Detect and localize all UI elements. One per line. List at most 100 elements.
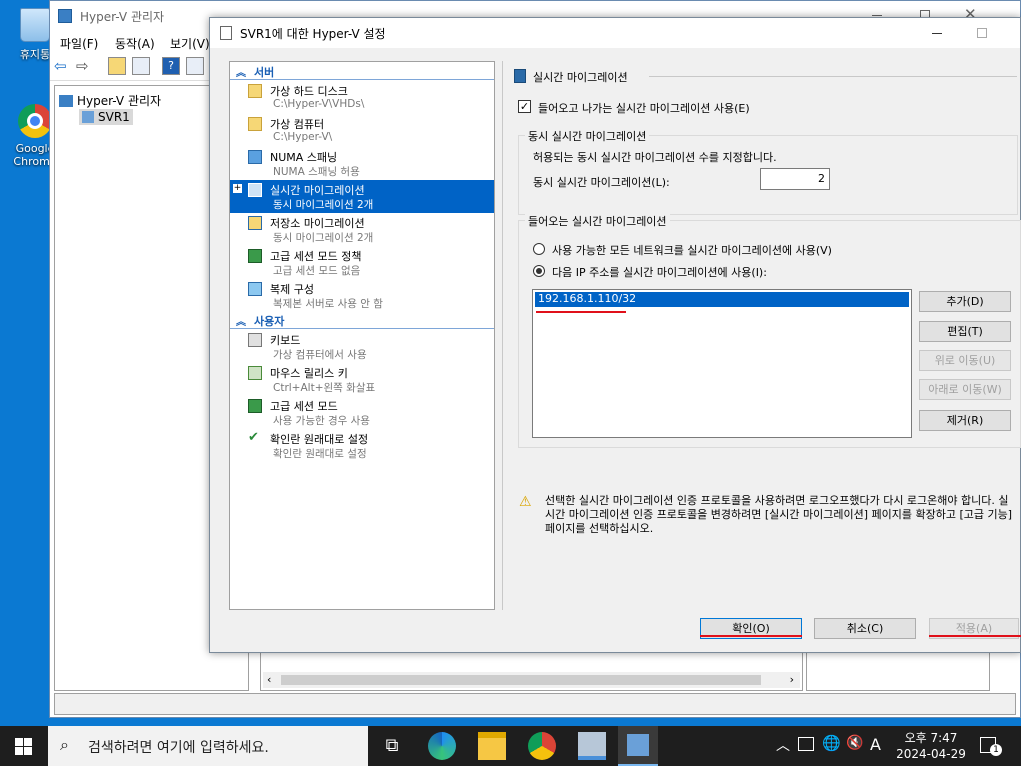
hyperv-taskbar-icon[interactable] [618, 726, 658, 766]
nav-item-enhanced-session-mode[interactable]: 고급 세션 모드 사용 가능한 경우 사용 [230, 396, 494, 429]
replication-icon [248, 282, 262, 296]
search-icon: ⌕ [60, 735, 69, 754]
folder-icon [248, 84, 262, 98]
forward-arrow-icon[interactable]: ⇨ [76, 57, 94, 75]
enable-migration-label: 들어오고 나가는 실시간 마이그레이션 사용(E) [538, 102, 750, 115]
scroll-right-icon[interactable]: › [790, 673, 794, 686]
section-user-header[interactable]: ︽ 사용자 [230, 313, 494, 329]
hyperv-icon [627, 734, 649, 756]
windows-start-icon[interactable] [15, 738, 32, 755]
menu-file[interactable]: 파일(F) [60, 35, 98, 52]
folder-icon [248, 117, 262, 131]
up-folder-icon[interactable] [108, 57, 126, 75]
radio-any-network[interactable] [533, 243, 545, 255]
scroll-thumb[interactable] [281, 675, 761, 685]
dialog-minimize-icon[interactable] [932, 33, 942, 34]
edge-icon[interactable] [428, 732, 456, 760]
server-manager-icon[interactable] [578, 732, 606, 760]
warning-text: 선택한 실시간 마이그레이션 인증 프로토콜을 사용하려면 로그오프했다가 다시… [545, 494, 1013, 535]
nav-item-keyboard[interactable]: 키보드 가상 컴퓨터에서 사용 [230, 330, 494, 363]
incoming-group-label: 들어오는 실시간 마이그레이션 [525, 213, 670, 229]
tree-root[interactable]: Hyper-V 관리자 [59, 92, 161, 109]
session-icon [248, 399, 262, 413]
chrome-icon [18, 104, 52, 138]
tray-chevron-icon[interactable]: ︿ [776, 735, 790, 755]
tree-svr1[interactable]: SVR1 [79, 109, 133, 125]
reset-check-icon: ✔ [248, 430, 259, 445]
simultaneous-group: 동시 실시간 마이그레이션 허용되는 동시 실시간 마이그레이션 수를 지정합니… [518, 128, 1018, 215]
move-up-button[interactable]: 위로 이동(U) [919, 350, 1011, 371]
ip-underline-annotation [536, 311, 626, 313]
simultaneous-input[interactable]: 2 [760, 168, 830, 190]
keyboard-icon [248, 333, 262, 347]
search-placeholder: 검색하려면 여기에 입력하세요. [88, 740, 269, 756]
nav-item-virtual-machines[interactable]: 가상 컴퓨터 C:\Hyper-V\ [230, 114, 494, 147]
manager-center-pane: ‹ › [260, 651, 803, 691]
ok-underline-annotation [700, 635, 802, 637]
file-explorer-icon[interactable] [478, 732, 506, 760]
nav-item-numa-spanning[interactable]: NUMA 스패닝 NUMA 스패닝 허용 [230, 147, 494, 180]
live-migration-icon [514, 69, 526, 83]
enable-migration-checkbox[interactable]: ✓ [518, 100, 531, 113]
globe-icon[interactable]: 🌐 [822, 734, 841, 752]
dialog-maximize-icon[interactable] [977, 28, 987, 38]
chrome-taskbar-icon[interactable] [528, 732, 556, 760]
settings-icon [220, 26, 232, 40]
nav-item-storage-migration[interactable]: 저장소 마이그레이션 동시 마이그레이션 2개 [230, 213, 494, 246]
horizontal-scrollbar[interactable]: ‹ › [263, 672, 800, 688]
notification-badge: 1 [990, 744, 1002, 756]
incoming-group: 들어오는 실시간 마이그레이션 사용 가능한 모든 네트워크를 실시간 마이그레… [518, 213, 1021, 448]
manager-actions-pane [806, 651, 990, 691]
collapse-chevron-icon[interactable]: ︽ [236, 64, 246, 79]
help-icon[interactable]: ? [162, 57, 180, 75]
move-down-button[interactable]: 아래로 이동(W) [919, 379, 1011, 400]
nav-item-virtual-hard-disks[interactable]: 가상 하드 디스크 C:\Hyper-V\VHDs\ [230, 81, 494, 114]
recycle-bin-icon [20, 8, 50, 42]
edit-button[interactable]: 편집(T) [919, 321, 1011, 342]
section-server-header[interactable]: ︽ 서버 [230, 64, 494, 80]
add-button[interactable]: 추가(D) [919, 291, 1011, 312]
minimize-icon[interactable] [872, 15, 882, 16]
ip-list-item[interactable]: 192.168.1.110/32 [535, 292, 909, 307]
remove-button[interactable]: 제거(R) [919, 410, 1011, 431]
action-pane-icon[interactable] [186, 57, 204, 75]
radio-specific-ip[interactable] [533, 265, 545, 277]
mouse-release-icon [248, 366, 262, 380]
network-status-icon[interactable] [798, 737, 814, 751]
panel-title-rule [649, 76, 1017, 77]
menu-action[interactable]: 동작(A) [115, 35, 155, 52]
clock-time[interactable]: 오후 7:47 [902, 729, 960, 746]
settings-content-pane: 실시간 마이그레이션 ✓ 들어오고 나가는 실시간 마이그레이션 사용(E) 동… [502, 61, 1021, 610]
task-view-icon[interactable]: ⧉ [378, 732, 406, 760]
clock-date[interactable]: 2024-04-29 [894, 747, 968, 761]
simultaneous-desc: 허용되는 동시 실시간 마이그레이션 수를 지정합니다. [533, 151, 777, 164]
nav-item-mouse-release-key[interactable]: 마우스 릴리스 키 Ctrl+Alt+왼쪽 화살표 [230, 363, 494, 396]
collapse-chevron-icon[interactable]: ︽ [236, 313, 246, 328]
taskbar-search-box[interactable]: ⌕ 검색하려면 여기에 입력하세요. [48, 726, 368, 766]
warning-icon: ⚠ [519, 494, 532, 510]
nav-item-live-migration[interactable]: + 실시간 마이그레이션 동시 마이그레이션 2개 [230, 180, 494, 213]
migration-icon [248, 183, 262, 197]
ime-indicator[interactable]: A [870, 735, 881, 754]
settings-dialog: SVR1에 대한 Hyper-V 설정 ︽ 서버 가상 하드 디스크 C:\Hy… [209, 17, 1021, 653]
manager-statusbar [54, 693, 1016, 715]
show-hide-tree-icon[interactable] [132, 57, 150, 75]
session-icon [248, 249, 262, 263]
settings-nav-pane: ︽ 서버 가상 하드 디스크 C:\Hyper-V\VHDs\ 가상 컴퓨터 C… [229, 61, 495, 610]
scroll-left-icon[interactable]: ‹ [267, 673, 271, 686]
nav-item-replication[interactable]: 복제 구성 복제본 서버로 사용 안 함 [230, 279, 494, 312]
cancel-button[interactable]: 취소(C) [814, 618, 916, 639]
monitor-icon [248, 150, 262, 164]
menu-view[interactable]: 보기(V) [170, 35, 210, 52]
expand-plus-icon[interactable]: + [233, 184, 242, 193]
nav-item-enhanced-session-policy[interactable]: 고급 세션 모드 정책 고급 세션 모드 없음 [230, 246, 494, 279]
taskbar: ⌕ 검색하려면 여기에 입력하세요. ⧉ ︿ 🌐 🔇 A 오후 7:47 202… [0, 726, 1021, 766]
nav-item-reset-checkboxes[interactable]: ✔ 확인란 원래대로 설정 확인란 원래대로 설정 [230, 429, 494, 462]
radio-any-network-label: 사용 가능한 모든 네트워크를 실시간 마이그레이션에 사용(V) [552, 244, 832, 257]
panel-title: 실시간 마이그레이션 [533, 71, 628, 84]
dialog-titlebar: SVR1에 대한 Hyper-V 설정 [210, 18, 1020, 48]
back-arrow-icon[interactable]: ⇦ [54, 57, 72, 75]
volume-muted-icon[interactable]: 🔇 [846, 735, 863, 751]
hyperv-tree-icon [59, 95, 73, 107]
storage-icon [248, 216, 262, 230]
